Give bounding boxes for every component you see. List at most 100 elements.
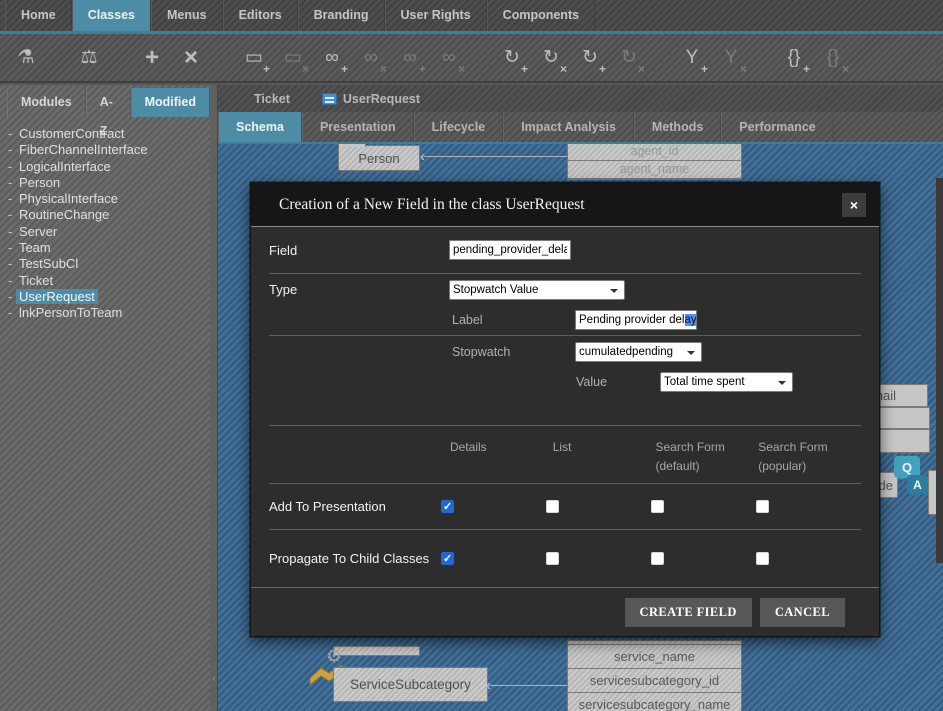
delete-transition-icon[interactable]: ↻ × [611,40,647,76]
delete-link-icon[interactable]: ∞ × [353,40,389,76]
stopwatch-label: Stopwatch [452,345,575,359]
cancel-button[interactable]: CANCEL [760,598,845,627]
diagram-field-table-agent[interactable]: agent_idagent_name [567,141,742,180]
add-method-icon[interactable]: Y + [674,40,710,76]
checkbox[interactable] [651,552,664,565]
checkbox[interactable] [441,500,454,513]
delete-method-icon[interactable]: Y × [713,40,749,76]
display-label-input[interactable]: Pending provider delay [575,310,697,330]
diagram-field-row[interactable]: agent_name [568,161,741,180]
delete-class-icon[interactable]: × [173,40,209,76]
class-modified-icon [322,93,337,105]
sidebar-item-team[interactable]: Team [8,240,210,256]
diagram-node-person[interactable]: Person [338,145,420,171]
doc-tab-ticket[interactable]: Ticket [238,85,306,112]
new-field-dialog: Creation of a New Field in the class Use… [250,182,880,637]
sidebar-item-server[interactable]: Server [8,224,210,240]
diagram-node-servicesubcategory[interactable]: ServiceSubcategory [333,667,488,702]
sidebar-tab-az[interactable]: A-Z [86,88,131,117]
diagram-field-row[interactable]: servicesubcategory_id [568,669,741,693]
sidebar-item-logicalinterface[interactable]: LogicalInterface [8,159,210,175]
sidebar-item-userrequest[interactable]: UserRequest [8,289,210,305]
add-class-icon[interactable]: + [134,40,170,76]
app-window: HomeClassesMenusEditorsBrandingUser Righ… [0,0,943,711]
relation-line [490,685,567,686]
type-select[interactable]: Stopwatch Value [449,280,625,300]
nav-tab-classes[interactable]: Classes [72,0,151,31]
checkbox[interactable] [651,500,664,513]
sidebar-item-routinechange[interactable]: RoutineChange [8,207,210,223]
propagate-label: Propagate To Child Classes [269,551,441,566]
add-link-icon[interactable]: ∞ + [314,40,350,76]
flask-icon[interactable]: ⚗ [8,40,44,76]
add-transition-icon[interactable]: ↻ + [572,40,608,76]
add-to-presentation-row: Add To Presentation [269,483,861,529]
toolbar: ⚗ ⚖ + × ▭ + ▭ [0,34,943,83]
value-select[interactable]: Total time spent [660,372,793,392]
nav-tab-components[interactable]: Components [487,0,595,31]
tab-lifecycle[interactable]: Lifecycle [414,112,504,142]
add-linkset-icon[interactable]: ∞ + [392,40,428,76]
checkbox[interactable] [756,552,769,565]
view-tabs: SchemaPresentationLifecycleImpact Analys… [218,112,943,144]
answer-bubble-icon: A [907,475,928,494]
diagram-partial-box[interactable] [333,646,420,656]
doc-tab-userrequest[interactable]: UserRequest [306,85,436,112]
close-button[interactable]: × [842,193,866,217]
propagate-row: Propagate To Child Classes [269,529,861,587]
nav-tab-home[interactable]: Home [5,0,72,31]
matrix-header-row: DetailsListSearch Form (default)Search F… [269,425,861,483]
checkbox[interactable] [441,552,454,565]
diagram-field-row[interactable]: agent_id [568,142,741,161]
create-field-button[interactable]: CREATE FIELD [625,598,752,627]
nav-tab-editors[interactable]: Editors [223,0,298,31]
delete-preset-icon[interactable]: {} × [815,40,851,76]
sidebar-tab-modules[interactable]: Modules [7,88,86,117]
delete-linkset-icon[interactable]: ∞ × [431,40,467,76]
value-label: Value [576,375,660,389]
document-tabs: Ticket UserRequest [218,85,943,112]
nav-tab-menus[interactable]: Menus [151,0,223,31]
sidebar-item-physicalinterface[interactable]: PhysicalInterface [8,191,210,207]
nav-tab-user-rights[interactable]: User Rights [385,0,487,31]
sidebar-splitter[interactable]: ‹ [210,85,218,711]
sidebar-tab-modified[interactable]: Modified [131,88,210,117]
diagram-field-row[interactable]: servicesubcategory_name [568,693,741,711]
sidebar-item-lnkpersontoteam[interactable]: lnkPersonToTeam [8,305,210,321]
scales-icon[interactable]: ⚖ [71,40,107,76]
relation-line [424,156,567,157]
text-selection: ay [685,314,697,326]
add-preset-icon[interactable]: {} + [776,40,812,76]
add-field-icon[interactable]: ▭ + [236,40,272,76]
checkbox[interactable] [546,500,559,513]
diagram-field-table-service[interactable]: service_nameservicesubcategory_idservice… [567,640,742,711]
add-lifecycle-icon[interactable]: ↻ + [494,40,530,76]
tab-performance[interactable]: Performance [721,112,833,142]
checkbox[interactable] [756,500,769,513]
stopwatch-select[interactable]: cumulatedpending [575,342,702,362]
chevron-down-icon [687,351,695,359]
canvas-scrollbar[interactable] [936,178,943,563]
sidebar-item-ticket[interactable]: Ticket [8,273,210,289]
nav-tab-branding[interactable]: Branding [298,0,385,31]
delete-lifecycle-icon[interactable]: ↻ × [533,40,569,76]
delete-field-icon[interactable]: ▭ × [275,40,311,76]
sidebar-item-customercontract[interactable]: CustomerContract [8,126,210,142]
checkbox[interactable] [546,552,559,565]
sidebar-item-testsubcl[interactable]: TestSubCl [8,256,210,272]
field-name-input[interactable] [449,240,571,260]
chevron-down-icon [610,289,618,297]
sidebar-tabs: ModulesA-ZModified [0,88,210,117]
sidebar-item-person[interactable]: Person [8,175,210,191]
class-browser-sidebar: ModulesA-ZModified CustomerContractFiber… [0,85,210,711]
tab-presentation[interactable]: Presentation [302,112,414,142]
tab-schema[interactable]: Schema [218,112,302,142]
diagram-field-row[interactable]: service_name [568,645,741,669]
tab-methods[interactable]: Methods [634,112,721,142]
add-to-presentation-label: Add To Presentation [269,499,441,514]
dialog-title: Creation of a New Field in the class Use… [251,196,842,214]
field-name-label: Field [269,243,449,258]
dialog-body: Field Type Stopwatch Value Label Pending… [251,227,879,636]
tab-impact-analysis[interactable]: Impact Analysis [503,112,634,142]
sidebar-item-fiberchannelinterface[interactable]: FiberChannelInterface [8,142,210,158]
